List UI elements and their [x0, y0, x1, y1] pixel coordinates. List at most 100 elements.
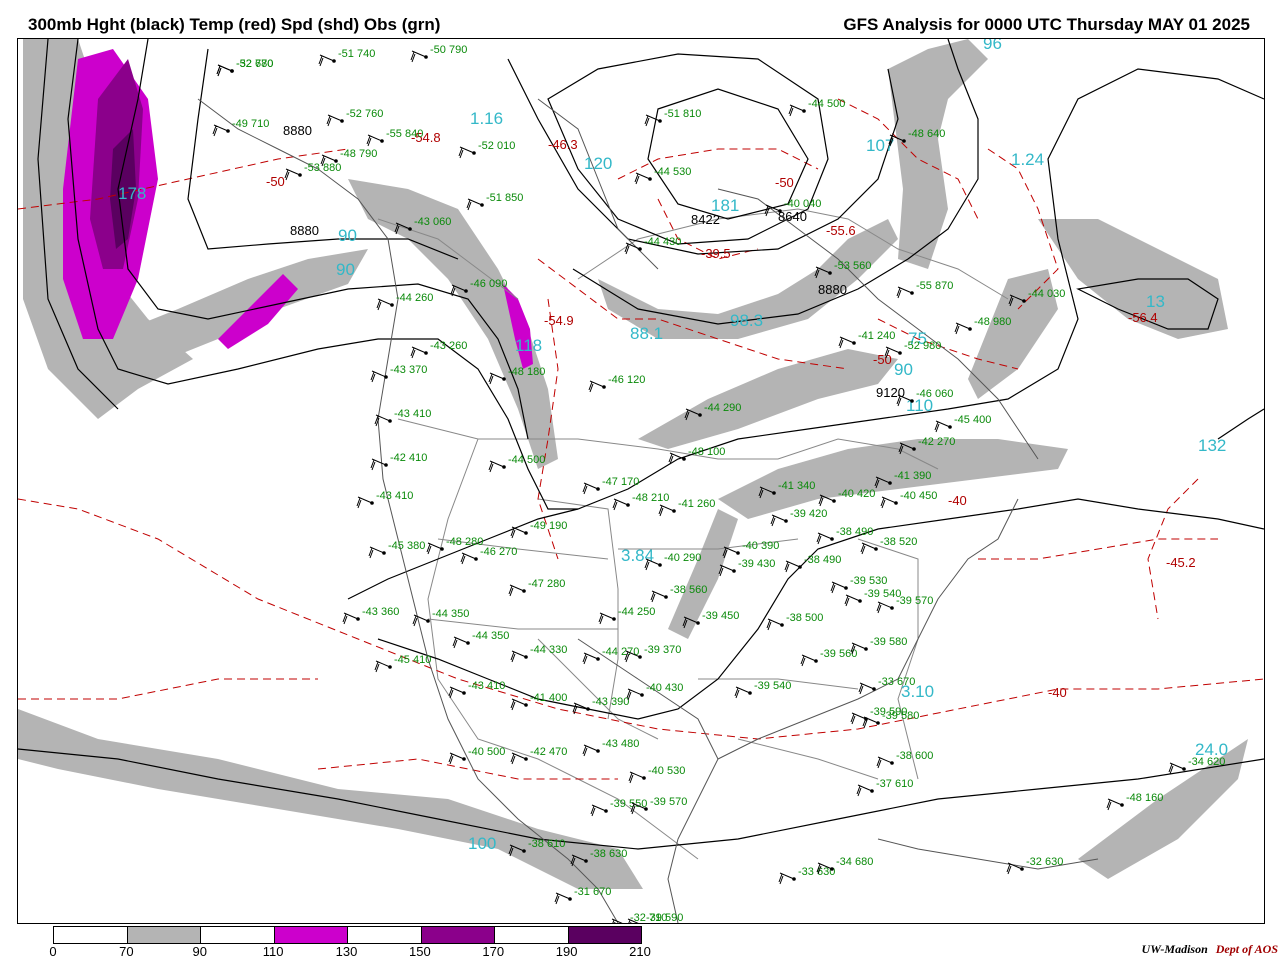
- station-obs: -43 410: [376, 490, 413, 502]
- wind-barb: [370, 458, 387, 471]
- station-obs: -45 400: [954, 414, 991, 426]
- speed-legend: [53, 926, 642, 944]
- credit-org: UW-Madison: [1141, 942, 1208, 956]
- wind-barb: [488, 460, 505, 473]
- wind-barb: [410, 346, 427, 359]
- wind-barb: [588, 380, 605, 393]
- wind-barb: [850, 712, 867, 725]
- station-obs: -38 500: [786, 612, 823, 624]
- legend-swatch: [421, 927, 495, 943]
- station-obs: -44 030: [1028, 288, 1065, 300]
- temp-label: -46.3: [548, 137, 578, 152]
- station-obs: -46 060: [916, 388, 953, 400]
- speed-label: 132: [1198, 436, 1226, 455]
- station-obs: -44 270: [602, 646, 639, 658]
- legend-tick: 90: [192, 944, 207, 959]
- station-obs: -48 100: [688, 446, 725, 458]
- wind-barb: [458, 146, 475, 159]
- wind-barb: [448, 686, 465, 699]
- legend-tick: 0: [49, 944, 57, 959]
- temp-label: -40: [948, 493, 967, 508]
- wind-barb: [844, 594, 861, 607]
- station-obs: -38 490: [836, 526, 873, 538]
- station-obs: -41 260: [678, 498, 715, 510]
- wind-barb: [460, 552, 477, 565]
- station-obs: -39 550: [610, 798, 647, 810]
- wind-barb: [788, 104, 805, 117]
- station-obs: -51 850: [486, 192, 523, 204]
- wind-barb: [624, 242, 641, 255]
- legend-ticks: 0 70 90 110 130 150 170 190 210: [49, 944, 650, 959]
- speed-label: 1.24: [1011, 150, 1044, 169]
- wind-barb: [778, 872, 795, 885]
- station-obs: -50 790: [430, 44, 467, 56]
- station-obs: -42 270: [918, 436, 955, 448]
- station-obs: -39 580: [870, 636, 907, 648]
- station-obs: -44 290: [704, 402, 741, 414]
- wind-barb: [612, 498, 629, 511]
- wind-barb: [370, 370, 387, 383]
- station-obs: -43 360: [362, 606, 399, 618]
- station-obs: -44 250: [618, 606, 655, 618]
- speed-label: 100: [468, 834, 496, 853]
- station-obs: -40 290: [664, 552, 701, 564]
- station-obs: -39 530: [850, 575, 887, 587]
- station-obs: -41 390: [894, 470, 931, 482]
- wind-barb: [896, 286, 913, 299]
- station-obs: -44 430: [644, 236, 681, 248]
- station-obs: -47 170: [602, 476, 639, 488]
- station-obs: -38 520: [880, 536, 917, 548]
- legend-tick: 210: [629, 944, 651, 959]
- wind-barb: [284, 168, 301, 181]
- wind-barb: [368, 546, 385, 559]
- temp-label: -55.6: [826, 223, 856, 238]
- station-obs: -46 090: [470, 278, 507, 290]
- wind-barb: [830, 581, 847, 594]
- speed-label: 1.16: [470, 109, 503, 128]
- station-obs: -39 570: [896, 595, 933, 607]
- legend-tick: 110: [262, 944, 284, 959]
- station-obs: -45 410: [394, 654, 431, 666]
- chart-title-left: 300mb Hght (black) Temp (red) Spd (shd) …: [28, 15, 441, 34]
- station-obs: -39 540: [754, 680, 791, 692]
- wind-barb: [770, 514, 787, 527]
- wind-barb: [510, 650, 527, 663]
- legend-swatch: [54, 927, 128, 943]
- temp-label: -56.4: [1128, 310, 1158, 325]
- wind-barb: [510, 698, 527, 711]
- wind-barb: [466, 198, 483, 211]
- temp-label: -39.5: [701, 246, 731, 261]
- station-obs: -41 400: [530, 692, 567, 704]
- credit-dept: Dept of AOS: [1215, 942, 1278, 956]
- legend-tick: 170: [482, 944, 505, 959]
- speed-shading: [18, 39, 1248, 889]
- station-obs: -34 680: [836, 856, 873, 868]
- speed-label: 118: [515, 336, 542, 355]
- wind-barb: [356, 496, 373, 509]
- wind-barb: [212, 124, 229, 137]
- legend-tick: 130: [335, 944, 358, 959]
- station-obs: -48 160: [1126, 792, 1163, 804]
- station-obs: -44 530: [654, 166, 691, 178]
- wind-barb: [366, 134, 383, 147]
- station-obs: -39 450: [702, 610, 739, 622]
- station-obs: -43 480: [602, 738, 639, 750]
- station-obs: -44 500: [508, 454, 545, 466]
- wind-barb: [582, 652, 599, 665]
- station-obs: -40 040: [784, 198, 821, 210]
- wind-barb: [880, 496, 897, 509]
- wind-barb: [508, 584, 525, 597]
- height-label: 8880: [283, 123, 312, 138]
- station-obs: -40 430: [646, 682, 683, 694]
- wind-barb: [554, 892, 571, 905]
- station-obs: -41 240: [858, 330, 895, 342]
- station-obs: -52 980: [904, 340, 941, 352]
- wind-barb: [410, 50, 427, 63]
- height-contours: [18, 39, 1264, 850]
- station-obs: -53 880: [304, 162, 341, 174]
- wind-barb: [598, 612, 615, 625]
- wind-barb: [582, 744, 599, 757]
- wind-barb: [376, 298, 393, 311]
- wind-barb: [590, 804, 607, 817]
- legend-tick: 190: [555, 944, 578, 959]
